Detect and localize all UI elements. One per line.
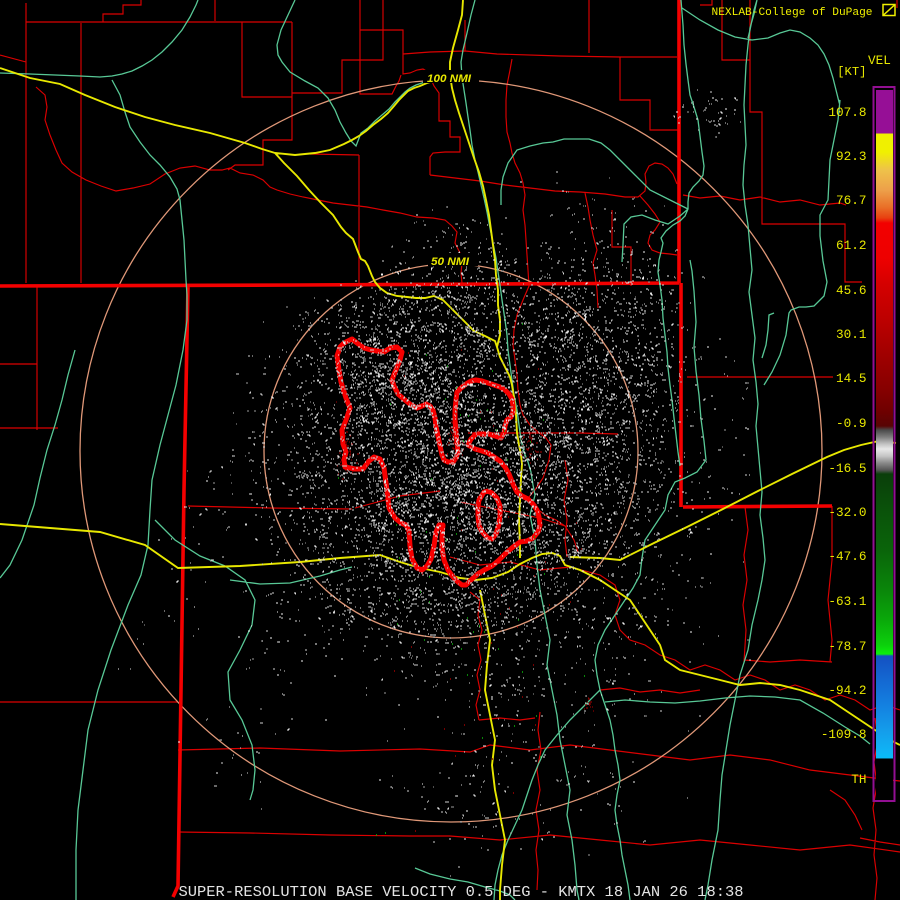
svg-text:30.1: 30.1	[836, 327, 866, 342]
svg-text:-0.9: -0.9	[836, 416, 866, 431]
svg-text:-16.5: -16.5	[828, 461, 866, 476]
svg-text:100 NMI: 100 NMI	[427, 73, 472, 85]
svg-text:NEXLAB-College of DuPage: NEXLAB-College of DuPage	[712, 7, 873, 19]
svg-text:50 NMI: 50 NMI	[431, 256, 470, 268]
svg-text:-63.1: -63.1	[828, 594, 866, 609]
svg-text:61.2: 61.2	[836, 238, 866, 253]
svg-text:[KT]: [KT]	[837, 65, 866, 79]
svg-text:92.3: 92.3	[836, 149, 866, 164]
svg-text:-109.8: -109.8	[821, 727, 867, 742]
svg-text:107.8: 107.8	[828, 105, 866, 120]
svg-text:-32.0: -32.0	[828, 505, 866, 520]
svg-text:14.5: 14.5	[836, 371, 866, 386]
svg-text:VEL: VEL	[868, 53, 891, 68]
svg-text:45.6: 45.6	[836, 283, 866, 298]
svg-text:-94.2: -94.2	[828, 683, 866, 698]
svg-text:76.7: 76.7	[836, 193, 866, 208]
svg-text:-47.6: -47.6	[828, 549, 866, 564]
svg-text:-78.7: -78.7	[828, 639, 866, 654]
svg-text:SUPER-RESOLUTION BASE VELOCITY: SUPER-RESOLUTION BASE VELOCITY 0.5 DEG -…	[179, 884, 744, 900]
svg-text:TH: TH	[851, 772, 866, 787]
